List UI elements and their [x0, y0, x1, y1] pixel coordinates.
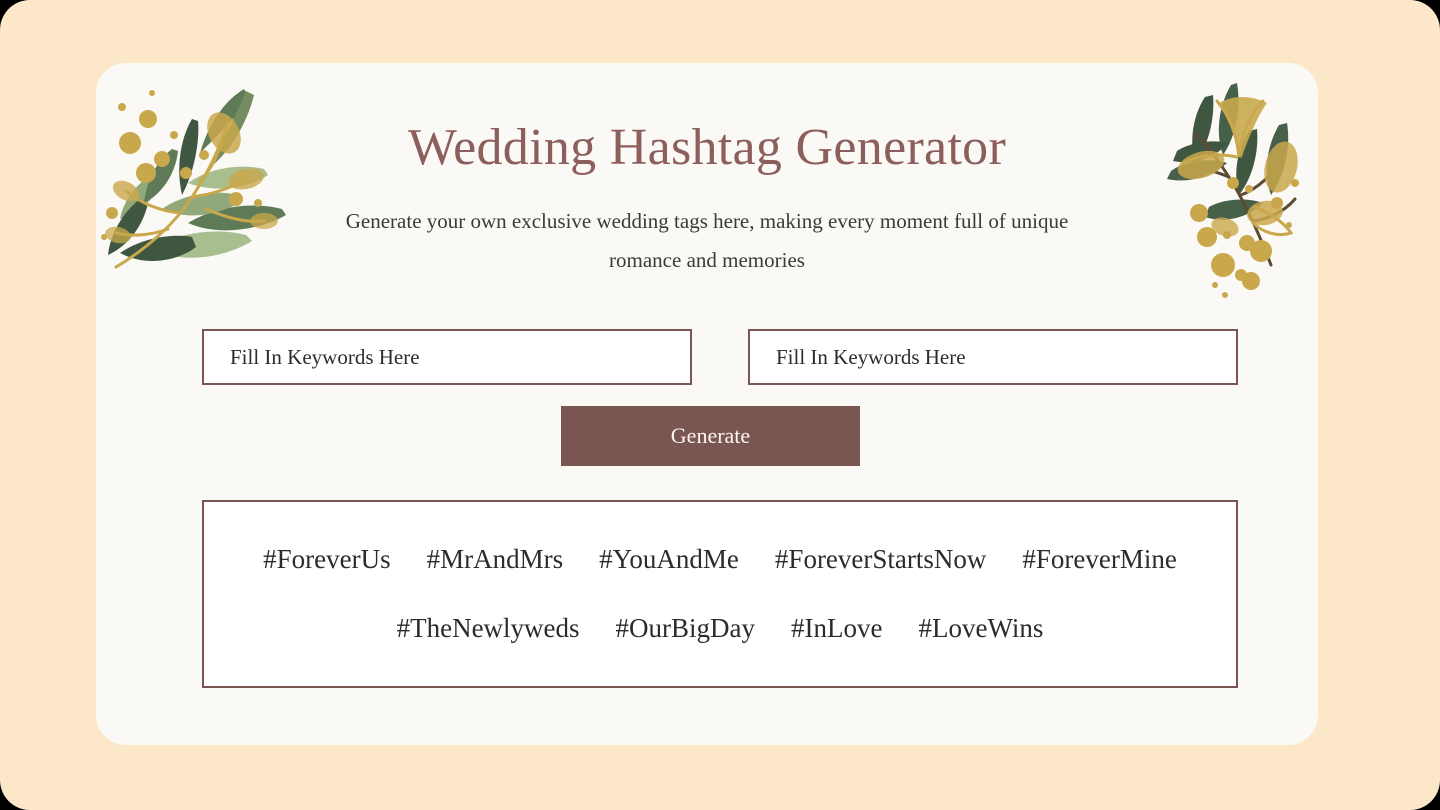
hashtag-item[interactable]: #ForeverStartsNow	[775, 544, 986, 575]
keyword-form	[202, 329, 1238, 385]
hashtag-row: #ForeverUs #MrAndMrs #YouAndMe #ForeverStar…	[230, 544, 1210, 575]
hashtag-item[interactable]: #TheNewlyweds	[397, 613, 580, 644]
hashtag-item[interactable]: #YouAndMe	[599, 544, 739, 575]
hashtag-item[interactable]: #ForeverMine	[1022, 544, 1176, 575]
app-viewport: Wedding Hashtag Generator Generate your …	[0, 0, 1440, 810]
hashtag-row: #TheNewlyweds #OurBigDay #InLove #LoveWins	[230, 613, 1210, 644]
generator-card: Wedding Hashtag Generator Generate your …	[96, 63, 1318, 745]
generate-button[interactable]: Generate	[561, 406, 860, 466]
hashtag-item[interactable]: #MrAndMrs	[427, 544, 564, 575]
page-title: Wedding Hashtag Generator	[407, 119, 1007, 176]
keyword-input-2[interactable]	[748, 329, 1238, 385]
header: Wedding Hashtag Generator Generate your …	[96, 63, 1318, 279]
keyword-input-1[interactable]	[202, 329, 692, 385]
hashtag-item[interactable]: #ForeverUs	[263, 544, 390, 575]
hashtag-item[interactable]: #LoveWins	[919, 613, 1044, 644]
hashtag-item[interactable]: #OurBigDay	[616, 613, 755, 644]
hashtag-item[interactable]: #InLove	[791, 613, 882, 644]
page-subtitle: Generate your own exclusive wedding tags…	[345, 208, 1069, 272]
hashtag-results-box: #ForeverUs #MrAndMrs #YouAndMe #ForeverStar…	[202, 500, 1238, 688]
